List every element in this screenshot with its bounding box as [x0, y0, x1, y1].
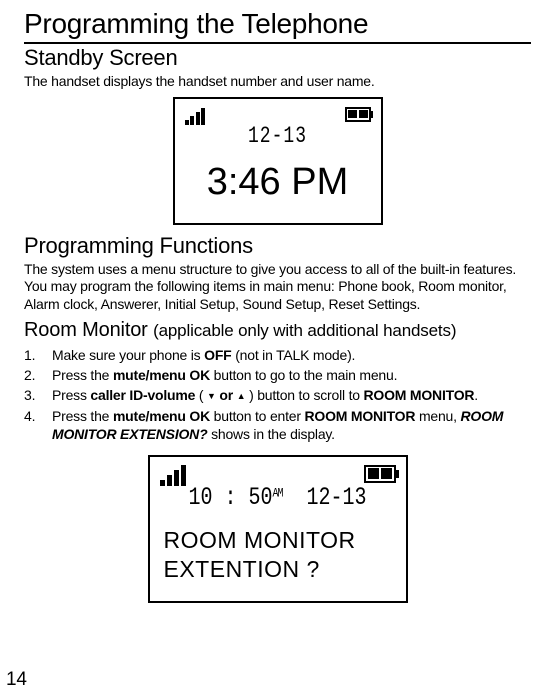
roommon-steps: 1. Make sure your phone is OFF (not in T… [24, 346, 531, 443]
step-num: 4. [24, 407, 38, 443]
roommon-heading-main: Room Monitor [24, 319, 153, 341]
step-num: 3. [24, 386, 38, 404]
standby-heading: Standby Screen [24, 45, 531, 71]
step-text: Make sure your phone is OFF (not in TALK… [52, 346, 531, 364]
room-monitor-screen: 10 : 50AM 12-13 ROOM MONITOR EXTENTION ? [148, 455, 408, 603]
step-text: Press the mute/menu OK button to enter R… [52, 407, 531, 443]
battery-icon [364, 465, 396, 483]
monitor-timedate: 10 : 50AM 12-13 [160, 484, 396, 513]
signal-icon [160, 465, 188, 486]
roommon-heading-paren: (applicable only with additional handset… [153, 321, 456, 340]
step-4: 4. Press the mute/menu OK button to ente… [24, 407, 531, 443]
standby-time: 3:46 PM [185, 161, 371, 204]
step-2: 2. Press the mute/menu OK button to go t… [24, 366, 531, 384]
step-num: 2. [24, 366, 38, 384]
step-1: 1. Make sure your phone is OFF (not in T… [24, 346, 531, 364]
roommon-heading: Room Monitor (applicable only with addit… [24, 319, 531, 342]
progfunc-desc: The system uses a menu structure to give… [24, 261, 531, 314]
step-text: Press the mute/menu OK button to go to t… [52, 366, 531, 384]
step-text: Press caller ID-volume ( ▼ or ▲ ) button… [52, 386, 531, 404]
monitor-line1: ROOM MONITOR [164, 527, 356, 553]
page-number: 14 [6, 669, 27, 691]
monitor-time: 10 : 50 [188, 484, 272, 513]
monitor-main-text: ROOM MONITOR EXTENTION ? [160, 526, 396, 584]
step-num: 1. [24, 346, 38, 364]
page-title: Programming the Telephone [24, 8, 531, 44]
step-3: 3. Press caller ID-volume ( ▼ or ▲ ) but… [24, 386, 531, 404]
battery-icon [345, 107, 371, 122]
signal-icon [185, 107, 207, 125]
standby-desc: The handset displays the handset number … [24, 73, 531, 91]
progfunc-heading: Programming Functions [24, 233, 531, 259]
monitor-ampm: AM [272, 488, 282, 502]
standby-screen: 12-13 3:46 PM [173, 97, 383, 225]
monitor-date: 12-13 [307, 484, 367, 513]
triangle-down-icon: ▼ [207, 391, 216, 401]
monitor-line2: EXTENTION ? [164, 556, 320, 582]
standby-date: 12-13 [185, 124, 371, 150]
